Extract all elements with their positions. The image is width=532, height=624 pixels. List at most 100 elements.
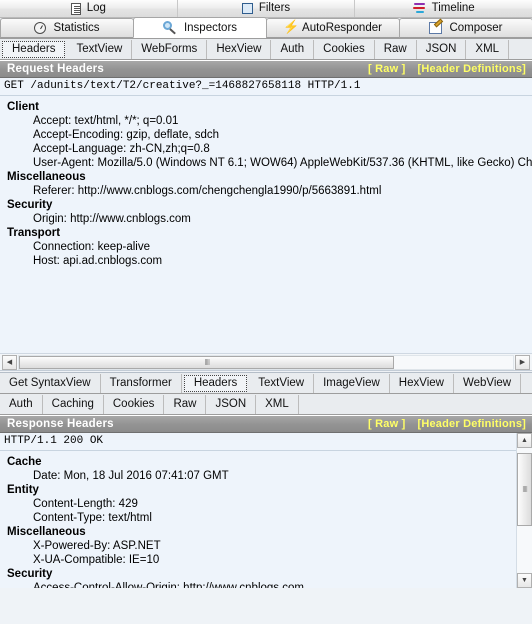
request-tab-cookies[interactable]: Cookies xyxy=(314,39,375,59)
response-headers-section-bar: Response Headers [ Raw ] [Header Definit… xyxy=(0,415,532,433)
request-tab-json-label: JSON xyxy=(425,42,457,55)
vscroll-track[interactable] xyxy=(517,448,532,573)
request-tab-auth[interactable]: Auth xyxy=(271,39,315,59)
tab-composer[interactable]: Composer xyxy=(399,18,532,38)
toolstrip-label-timeline: Timeline xyxy=(431,1,475,14)
request-raw-link[interactable]: [ Raw ] xyxy=(368,63,405,75)
toolstrip-label-filters: Filters xyxy=(258,1,291,14)
response-tab-caching-label: Caching xyxy=(51,397,94,410)
response-tab-cookies[interactable]: Cookies xyxy=(104,394,165,414)
toolstrip-item-log[interactable]: Log xyxy=(0,0,178,17)
response-tab-json[interactable]: JSON xyxy=(206,394,257,414)
response-inspector-tabs-row1: Get SyntaxView Transformer Headers TextV… xyxy=(0,373,532,394)
scroll-up-arrow-icon[interactable] xyxy=(517,433,532,448)
response-tab-webview-label: WebView xyxy=(462,376,512,389)
response-tab-auth-label: Auth xyxy=(9,397,33,410)
response-group-cache: Cache xyxy=(7,456,42,468)
response-header-definitions-link[interactable]: [Header Definitions] xyxy=(417,418,526,430)
request-group-client: Client xyxy=(7,101,39,113)
tab-statistics-label: Statistics xyxy=(53,22,100,34)
hscroll-thumb[interactable] xyxy=(19,355,395,369)
response-tab-raw[interactable]: Raw xyxy=(164,394,207,414)
vscroll-thumb[interactable] xyxy=(517,453,532,526)
fiddler-inspectors-window: Log Filters Timeline Statistics Inspecto… xyxy=(0,0,532,624)
request-header-definitions-link[interactable]: [Header Definitions] xyxy=(417,63,526,75)
response-group-miscellaneous: Miscellaneous xyxy=(7,526,86,538)
request-tab-hexview[interactable]: HexView xyxy=(207,39,272,59)
request-tab-xml[interactable]: XML xyxy=(466,39,510,59)
response-header-access-control-allow-origin: Access-Control-Allow-Origin: http://www.… xyxy=(33,582,304,588)
request-tab-headers[interactable]: Headers xyxy=(2,40,66,58)
response-tab-xml[interactable]: XML xyxy=(256,394,299,414)
response-tab-headers-label: Headers xyxy=(193,376,238,389)
request-tab-raw-label: Raw xyxy=(383,42,407,55)
scroll-down-arrow-icon[interactable] xyxy=(517,573,532,588)
request-tab-textview-label: TextView xyxy=(76,42,123,55)
request-headers-pane[interactable]: GET /adunits/text/T2/creative?_=14688276… xyxy=(0,78,532,353)
tab-inspectors[interactable]: Inspectors xyxy=(133,17,267,38)
request-header-user-agent: User-Agent: Mozilla/5.0 (Windows NT 6.1;… xyxy=(33,157,532,169)
request-tab-json[interactable]: JSON xyxy=(417,39,467,59)
response-raw-link[interactable]: [ Raw ] xyxy=(368,418,405,430)
request-line: GET /adunits/text/T2/creative?_=14688276… xyxy=(0,78,532,96)
tab-composer-label: Composer xyxy=(449,22,503,34)
request-tab-cookies-label: Cookies xyxy=(323,42,365,55)
response-tab-get-syntaxview[interactable]: Get SyntaxView xyxy=(0,373,101,393)
tab-statistics[interactable]: Statistics xyxy=(0,18,134,38)
response-tab-textview[interactable]: TextView xyxy=(249,373,315,393)
request-tab-webforms-label: WebForms xyxy=(141,42,198,55)
timeline-icon xyxy=(412,3,426,14)
response-inspector-tabs-row2: Auth Caching Cookies Raw JSON XML xyxy=(0,394,532,415)
response-tab-headers[interactable]: Headers xyxy=(183,374,248,392)
response-tab-webview[interactable]: WebView xyxy=(454,373,522,393)
response-tab-json-label: JSON xyxy=(215,397,247,410)
response-tab-transformer-label: Transformer xyxy=(109,376,172,389)
request-horizontal-scrollbar[interactable] xyxy=(0,353,532,370)
response-tab-raw-label: Raw xyxy=(173,397,197,410)
request-header-host: Host: api.ad.cnblogs.com xyxy=(33,255,163,267)
response-tab-auth[interactable]: Auth xyxy=(0,394,43,414)
request-header-accept-language: Accept-Language: zh-CN,zh;q=0.8 xyxy=(33,143,210,155)
request-headers-section-bar: Request Headers [ Raw ] [Header Definiti… xyxy=(0,60,532,78)
request-tab-webforms[interactable]: WebForms xyxy=(132,39,208,59)
response-tab-caching[interactable]: Caching xyxy=(43,394,104,414)
request-header-origin: Origin: http://www.cnblogs.com xyxy=(33,213,191,225)
request-tab-textview[interactable]: TextView xyxy=(67,39,133,59)
response-group-entity: Entity xyxy=(7,484,39,496)
tab-autoresponder[interactable]: AutoResponder xyxy=(266,18,400,38)
response-vertical-scrollbar[interactable] xyxy=(516,433,532,588)
log-icon xyxy=(70,2,81,15)
scroll-left-arrow-icon[interactable] xyxy=(2,354,17,370)
response-tab-imageview-label: ImageView xyxy=(323,376,380,389)
response-tab-imageview[interactable]: ImageView xyxy=(314,373,390,393)
request-header-referer: Referer: http://www.cnblogs.com/chengche… xyxy=(33,185,382,197)
toolstrip-item-timeline[interactable]: Timeline xyxy=(355,0,532,17)
response-group-security: Security xyxy=(7,568,53,580)
request-group-security: Security xyxy=(7,199,53,211)
request-tab-headers-label: Headers xyxy=(12,42,56,55)
response-headers-list: Cache Date: Mon, 18 Jul 2016 07:41:07 GM… xyxy=(0,451,532,588)
response-headers-title: Response Headers xyxy=(7,418,114,430)
request-tab-auth-label: Auth xyxy=(280,42,305,55)
response-tab-cookies-label: Cookies xyxy=(112,397,155,410)
response-tab-transformer[interactable]: Transformer xyxy=(101,373,182,393)
request-tab-raw[interactable]: Raw xyxy=(375,39,417,59)
magnifier-icon xyxy=(162,21,177,35)
response-tab-hexview[interactable]: HexView xyxy=(390,373,454,393)
hscroll-track[interactable] xyxy=(18,354,514,370)
request-headers-title: Request Headers xyxy=(7,63,104,75)
request-header-accept-encoding: Accept-Encoding: gzip, deflate, sdch xyxy=(33,129,220,141)
request-headers-list: Client Accept: text/html, */*; q=0.01 Ac… xyxy=(0,96,532,268)
response-status-line: HTTP/1.1 200 OK xyxy=(0,433,532,451)
request-tab-hexview-label: HexView xyxy=(216,42,262,55)
response-header-content-length: Content-Length: 429 xyxy=(33,498,138,510)
scroll-right-arrow-icon[interactable] xyxy=(515,354,530,370)
request-group-transport: Transport xyxy=(7,227,61,239)
response-tab-hexview-label: HexView xyxy=(398,376,444,389)
response-header-content-type: Content-Type: text/html xyxy=(33,512,152,524)
response-headers-pane[interactable]: HTTP/1.1 200 OK Cache Date: Mon, 18 Jul … xyxy=(0,433,532,588)
toolstrip-item-filters[interactable]: Filters xyxy=(178,0,356,17)
response-tab-xml-label: XML xyxy=(265,397,289,410)
request-group-miscellaneous: Miscellaneous xyxy=(7,171,86,183)
main-tab-bar: Statistics Inspectors AutoResponder Comp… xyxy=(0,17,532,39)
